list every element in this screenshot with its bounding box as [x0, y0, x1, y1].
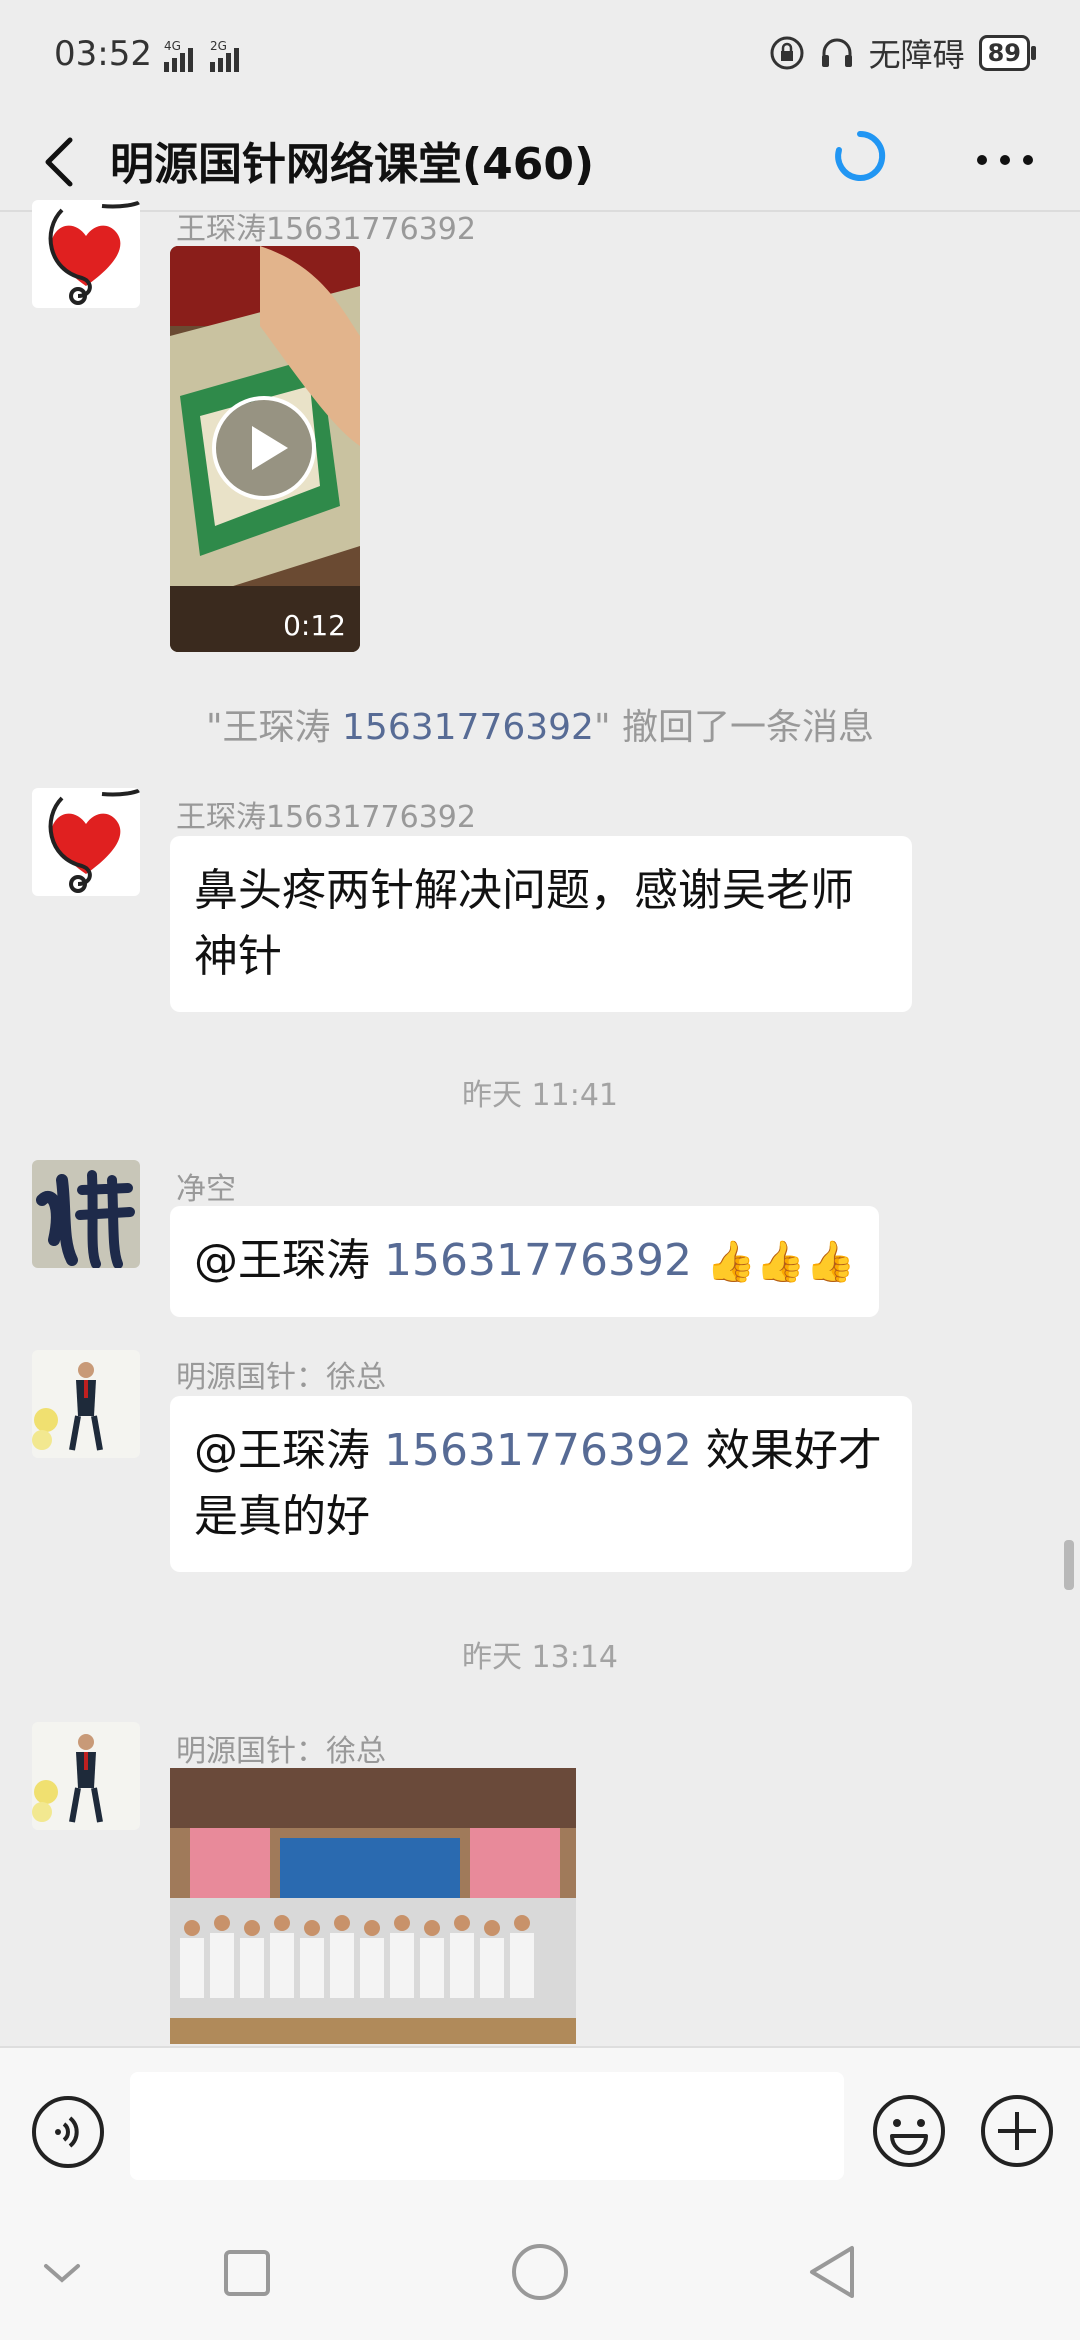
chat-header: 明源国针网络课堂(460)	[0, 110, 1080, 212]
recall-suffix: " 撤回了一条消息	[593, 707, 874, 748]
timestamp: 昨天 13:14	[462, 1640, 618, 1675]
timestamp: 昨天 11:41	[462, 1078, 618, 1113]
scrollbar-thumb[interactable]	[1064, 1540, 1074, 1590]
calligraphy-avatar-image	[32, 1160, 140, 1268]
sender-name: 王琛涛15631776392	[176, 212, 476, 247]
voice-input-icon[interactable]	[30, 2094, 106, 2170]
message-input[interactable]	[130, 2072, 844, 2180]
avatar-calligraphy[interactable]	[32, 1160, 140, 1268]
mention-name: @王琛涛	[194, 1235, 384, 1286]
heart-stethoscope-icon	[32, 200, 140, 308]
image-message[interactable]	[170, 1768, 576, 2044]
lock-rotation-icon	[770, 36, 804, 70]
message-bubble[interactable]: @王琛涛 15631776392 效果好才是真的好	[170, 1396, 912, 1572]
video-duration: 0:12	[283, 609, 346, 642]
man-in-suit-image	[32, 1722, 140, 1830]
headset-icon	[821, 38, 852, 67]
sender-name: 明源国针：徐总	[176, 1734, 386, 1769]
emoji-icon[interactable]	[870, 2092, 948, 2170]
home-icon[interactable]	[500, 2232, 580, 2312]
recent-apps-icon[interactable]	[206, 2232, 286, 2312]
chevron-down-icon[interactable]	[22, 2232, 102, 2312]
message-bubble[interactable]: 鼻头疼两针解决问题，感谢吴老师神针	[170, 836, 912, 1012]
mention-number[interactable]: 15631776392	[384, 1235, 692, 1286]
video-message[interactable]: 0:12	[170, 246, 360, 652]
plus-icon[interactable]	[978, 2092, 1056, 2170]
heart-stethoscope-icon	[32, 788, 140, 896]
accessibility-label: 无障碍	[868, 36, 965, 74]
back-arrow-icon[interactable]	[28, 120, 98, 200]
man-in-suit-image	[32, 1350, 140, 1458]
recall-notice: "王琛涛 15631776392" 撤回了一条消息	[0, 698, 1080, 750]
back-icon[interactable]	[794, 2232, 874, 2312]
mention-number[interactable]: 15631776392	[384, 1425, 692, 1476]
signal-icon: 4G 2G	[164, 39, 239, 72]
sender-name: 明源国针：徐总	[176, 1360, 386, 1395]
mention-name: @王琛涛	[194, 1425, 384, 1476]
avatar-heart-stethoscope[interactable]	[32, 200, 140, 308]
status-bar: 03:52 4G 2G 无障碍 89	[0, 0, 1080, 110]
avatar-man-suit[interactable]	[32, 1722, 140, 1830]
status-right: 无障碍 89	[769, 30, 1037, 76]
message-bubble[interactable]: @王琛涛 15631776392 👍👍👍	[170, 1206, 880, 1317]
network-4g-label: 4G	[164, 39, 181, 53]
recall-number[interactable]: 15631776392	[342, 707, 594, 748]
sender-name: 净空	[176, 1172, 236, 1207]
sender-name: 王琛涛15631776392	[176, 800, 476, 835]
loading-spinner-icon	[835, 130, 886, 181]
play-icon[interactable]	[210, 394, 318, 502]
network-2g-label: 2G	[210, 39, 227, 53]
system-navigation-bar	[0, 2192, 1080, 2340]
avatar-heart-stethoscope[interactable]	[32, 788, 140, 896]
chat-title: 明源国针网络课堂(460)	[110, 139, 595, 190]
status-time: 03:52	[54, 34, 152, 74]
recall-prefix: "王琛涛	[206, 707, 343, 748]
battery-icon: 89	[978, 35, 1037, 71]
thumbs-up-emoji: 👍👍👍	[705, 1239, 856, 1285]
more-options-icon[interactable]	[960, 130, 1050, 190]
avatar-man-suit[interactable]	[32, 1350, 140, 1458]
group-photo-image	[170, 1768, 576, 2044]
